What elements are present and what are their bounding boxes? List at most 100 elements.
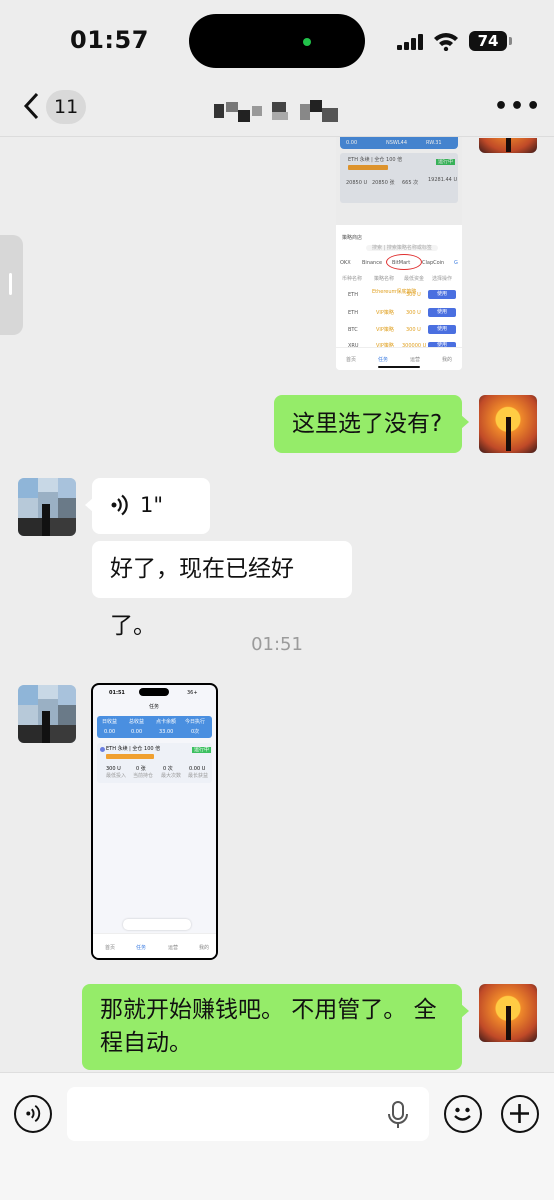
shot1-row1-min: 300 U: [406, 310, 421, 316]
shot1-overlay-top: [336, 137, 462, 225]
battery-tip: [509, 37, 512, 45]
shot2-island: [139, 688, 169, 696]
shot2-val-1: 0 张: [136, 766, 146, 772]
voice-toggle-button[interactable]: [14, 1095, 52, 1133]
camera-indicator: [303, 38, 311, 46]
shot2-tab-0: 首页: [105, 945, 116, 951]
handle-grip: [9, 273, 12, 295]
cellular-signal-icon: [397, 34, 423, 50]
side-drawer-handle[interactable]: [0, 235, 23, 335]
message-text: 那就开始赚钱吧。 不用管了。 全程自动。: [100, 997, 437, 1056]
status-bar: 01:57 74: [0, 0, 554, 80]
shot2-lbl-2: 最大次数: [161, 773, 182, 779]
shot1-row2-min: 300 U: [406, 327, 421, 333]
shot2-signal: 36+: [187, 690, 198, 696]
message-text-input[interactable]: [67, 1087, 429, 1141]
shot1-home-indicator: [378, 366, 420, 368]
shot1-row1-coin: ETH: [348, 310, 358, 316]
unread-badge: 11: [46, 90, 87, 124]
wifi-icon: [434, 33, 458, 51]
shot1-search: 搜索 | 搜索策略名称或标签: [366, 245, 438, 251]
back-button[interactable]: 11: [16, 86, 87, 126]
shot2-stat-label-3: 今日执行: [185, 719, 206, 725]
outgoing-message-3[interactable]: 那就开始赚钱吧。 不用管了。 全程自动。: [82, 984, 469, 1070]
battery-icon: 74: [469, 31, 507, 51]
incoming-message-2[interactable]: 好了，现在已经好了。: [92, 541, 352, 639]
shot2-stat-value-2: 33.00: [159, 729, 174, 735]
shot1-tab-3: 我的: [442, 357, 453, 363]
chat-title-pixelated: [214, 100, 338, 122]
shot1-section-label: 策略商店: [342, 235, 363, 241]
shot2-stat-label-2: 点卡余额: [156, 719, 177, 725]
shot1-tab-1: 任务: [378, 357, 389, 363]
shot1-exchange-3: ClapCoin: [422, 260, 445, 266]
shot2-coin-icon: [100, 747, 105, 752]
message-input-bar: [0, 1072, 554, 1200]
message-text: 好了，现在已经好了。: [110, 556, 294, 639]
voice-duration: 1": [140, 493, 164, 517]
shot2-item-tag: 运行中: [192, 747, 212, 753]
shot2-tab-2: 运营: [168, 945, 179, 951]
shot1-header-3: 选择操作: [432, 276, 453, 282]
shot2-val-0: 300 U: [106, 766, 121, 772]
image-message-task-screen[interactable]: 01:51 36+ 任务 日收益 总收益 点卡余额 今日执行 0.00 0.00…: [91, 683, 218, 960]
shot2-item-title: ETH 永续 | 全仓 100 倍: [106, 746, 161, 752]
smiley-face-icon: [454, 1107, 471, 1121]
chat-header: 11 •••: [0, 80, 554, 137]
shot2-floating-toolbar: [123, 919, 191, 930]
shot2-lbl-3: 最长获益: [188, 773, 209, 779]
voice-message[interactable]: 1": [85, 478, 210, 534]
image-message-strategy-store[interactable]: 0.00 NSWL44 RW.31 ETH 永续 | 全仓 100 倍 运行中 …: [336, 137, 462, 370]
shot1-row2-action: 使用: [428, 325, 456, 334]
shot2-val-3: 0.00 U: [189, 766, 206, 772]
shot1-exchange-1: Binance: [362, 260, 383, 266]
shot1-tab-2: 运营: [410, 357, 421, 363]
shot1-row1-action: 使用: [428, 308, 456, 317]
shot2-tag-chips: [106, 754, 154, 759]
shot1-header-2: 最低资金: [404, 276, 425, 282]
shot1-header-0: 币种名称: [342, 276, 363, 282]
shot2-stat-value-0: 0.00: [104, 729, 116, 735]
emoji-button[interactable]: [444, 1095, 482, 1133]
bubble-tail: [461, 415, 469, 429]
voice-wave-icon: [26, 1104, 41, 1123]
microphone-icon[interactable]: [387, 1101, 409, 1129]
shot2-stat-value-3: 0次: [191, 729, 200, 735]
shot1-exchange-0: OKX: [340, 260, 351, 266]
outgoing-message-1[interactable]: 这里选了没有?: [274, 395, 469, 453]
shot1-row0-coin: ETH: [348, 292, 358, 298]
more-options-button[interactable]: •••: [494, 92, 540, 122]
plus-icon: [510, 1104, 529, 1123]
self-avatar[interactable]: [479, 395, 537, 453]
bubble-tail: [85, 498, 93, 512]
shot2-tab-3: 我的: [199, 945, 210, 951]
time-divider: 01:51: [251, 634, 303, 655]
shot1-row0-action: 使用: [428, 290, 456, 299]
shot1-exchange-4: G: [454, 260, 458, 266]
peer-avatar[interactable]: [18, 685, 76, 743]
shot2-stat-label-0: 日收益: [102, 719, 118, 725]
shot2-val-2: 0 次: [163, 766, 173, 772]
red-circle-annotation: [386, 254, 422, 270]
shot1-row2-strategy: VIP策略: [376, 327, 394, 333]
shot2-time: 01:51: [109, 690, 125, 696]
shot2-stat-value-1: 0.00: [131, 729, 143, 735]
shot2-header: 任务: [149, 704, 160, 710]
bubble-tail: [461, 1004, 469, 1018]
shot2-lbl-0: 最低投入: [106, 773, 127, 779]
peer-avatar[interactable]: [18, 478, 76, 536]
shot1-row2-coin: BTC: [348, 327, 358, 333]
message-text: 这里选了没有?: [292, 411, 443, 437]
shot1-tab-0: 首页: [346, 357, 357, 363]
chevron-left-icon: [23, 92, 39, 120]
shot1-row0-min: 300 U: [406, 292, 421, 298]
shot2-lbl-1: 当前持仓: [133, 773, 154, 779]
shot1-header-1: 策略名称: [374, 276, 395, 282]
shot2-tab-1: 任务: [136, 945, 147, 951]
add-attachment-button[interactable]: [501, 1095, 539, 1133]
dynamic-island: [189, 14, 365, 68]
shot1-row1-strategy: VIP策略: [376, 310, 394, 316]
voice-wave-icon: [111, 494, 128, 516]
clock: 01:57: [70, 26, 149, 54]
self-avatar[interactable]: [479, 984, 537, 1042]
